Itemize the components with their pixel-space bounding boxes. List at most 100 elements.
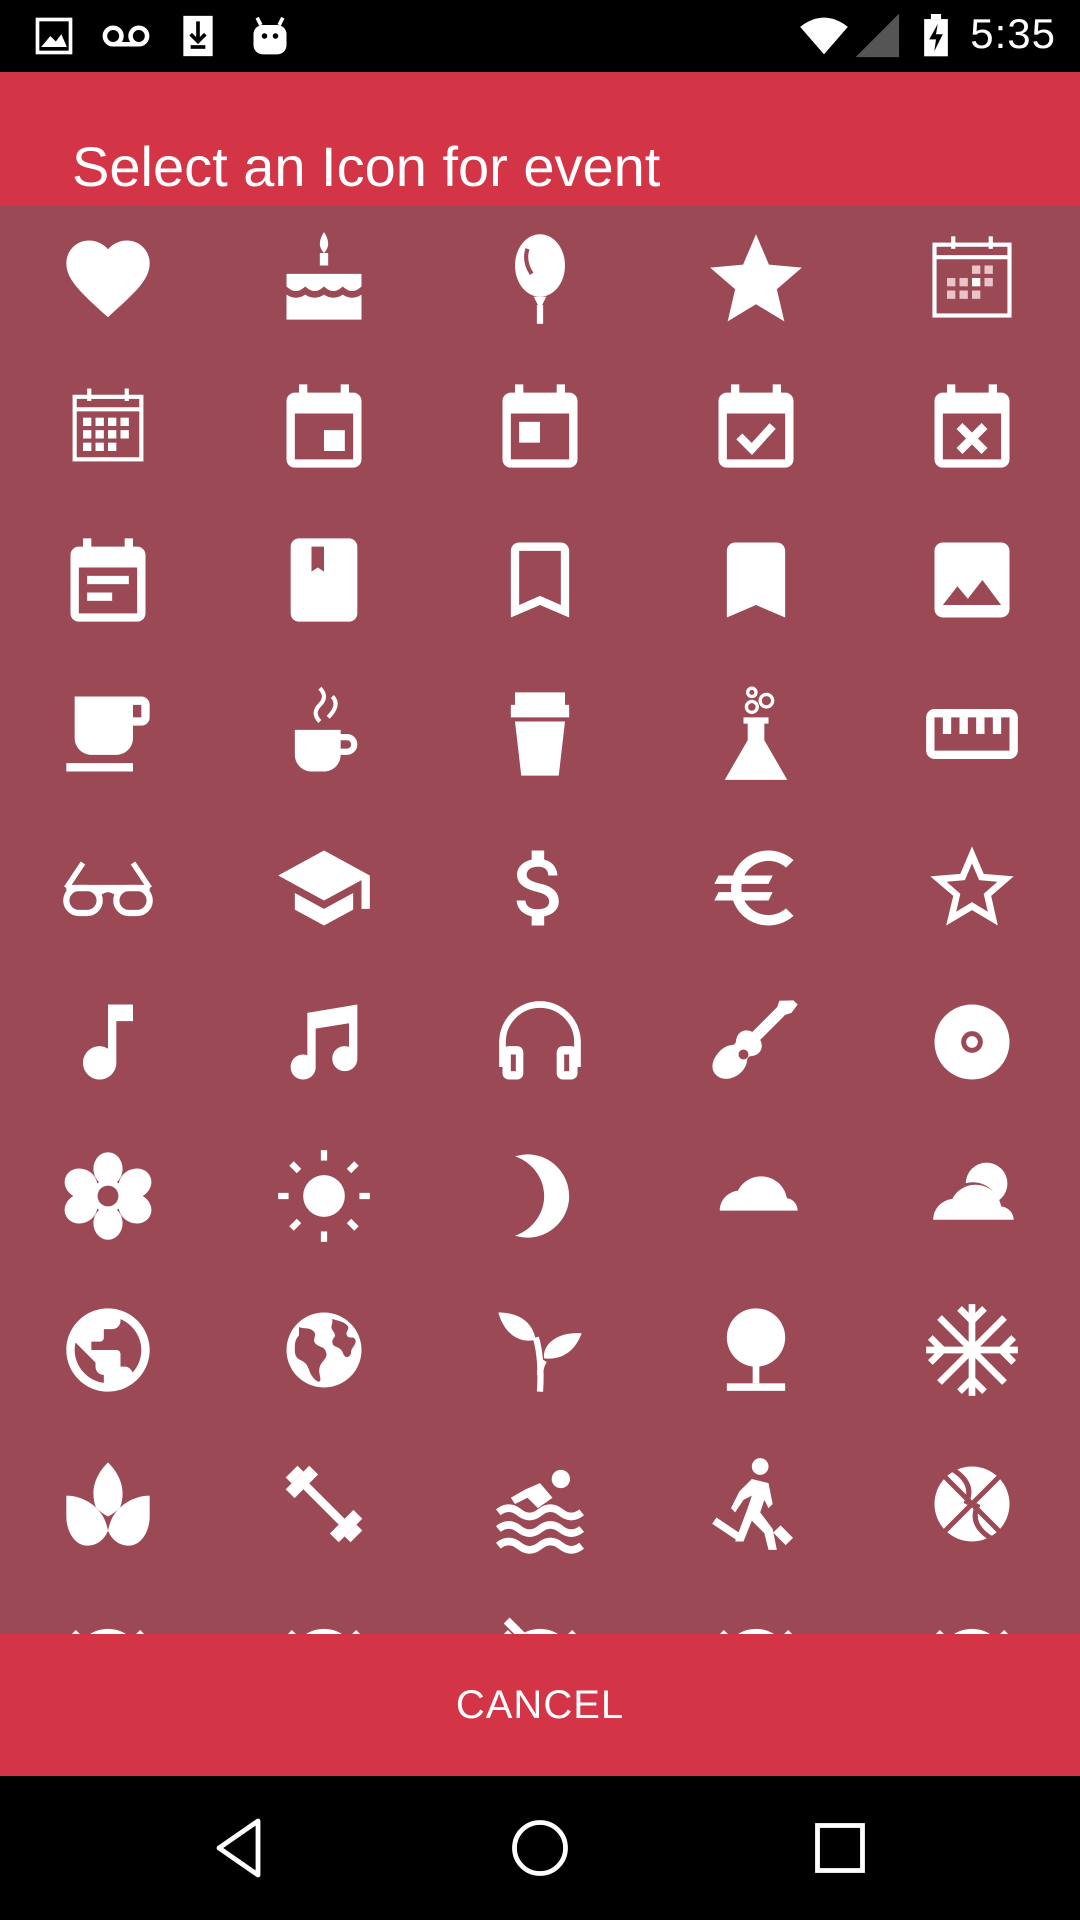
dollar-icon bbox=[516, 850, 559, 926]
icon-option-bookmark-outline[interactable] bbox=[432, 503, 648, 657]
icon-option-calendar-today[interactable] bbox=[432, 349, 648, 503]
icon-option-alarm-add[interactable] bbox=[648, 1581, 864, 1634]
icon-option-world-map[interactable] bbox=[216, 1273, 432, 1427]
icon-option-birthday-cake[interactable] bbox=[216, 206, 432, 355]
heart-icon bbox=[66, 240, 150, 318]
icon-option-calendar-check[interactable] bbox=[648, 349, 864, 503]
euro-icon bbox=[714, 850, 794, 926]
icon-option-alarm-snooze[interactable] bbox=[864, 1581, 1080, 1634]
calendar-note-icon bbox=[70, 538, 146, 622]
icon-option-dumbbell[interactable] bbox=[216, 1427, 432, 1581]
home-icon[interactable] bbox=[504, 1812, 576, 1884]
lotus-icon bbox=[66, 1462, 150, 1546]
recents-icon[interactable] bbox=[804, 1812, 876, 1884]
coffee-mug-icon bbox=[66, 696, 150, 772]
icon-grid[interactable] bbox=[0, 206, 1080, 1634]
icon-option-headphones[interactable] bbox=[432, 965, 648, 1119]
icon-option-sun[interactable] bbox=[216, 1119, 432, 1273]
swimming-icon bbox=[495, 1469, 585, 1554]
icon-option-book[interactable] bbox=[216, 503, 432, 657]
icon-option-calendar-small-grid[interactable] bbox=[0, 349, 216, 503]
hot-drink-icon bbox=[294, 686, 358, 772]
icon-option-cloud[interactable] bbox=[648, 1119, 864, 1273]
icon-option-sprout[interactable] bbox=[432, 1273, 648, 1427]
image-icon bbox=[934, 542, 1010, 618]
icon-option-dollar[interactable] bbox=[432, 811, 648, 965]
icon-option-lotus[interactable] bbox=[0, 1427, 216, 1581]
icon-option-calendar-grid[interactable] bbox=[864, 206, 1080, 355]
navigation-bar bbox=[0, 1776, 1080, 1920]
icon-option-lab-flask[interactable] bbox=[648, 657, 864, 811]
icon-option-heart[interactable] bbox=[0, 206, 216, 355]
dumbbell-icon bbox=[285, 1465, 363, 1543]
cell-signal-icon bbox=[856, 14, 900, 58]
birthday-cake-icon bbox=[286, 232, 362, 320]
star-filled-icon bbox=[710, 234, 802, 322]
dialog-title: Select an Icon for event bbox=[72, 135, 661, 198]
bookmark-outline-icon bbox=[510, 542, 570, 618]
graduation-cap-icon bbox=[278, 850, 370, 926]
cancel-button[interactable]: CANCEL bbox=[0, 1634, 1080, 1776]
calendar-small-grid-icon bbox=[72, 388, 144, 462]
flower-icon bbox=[64, 1152, 152, 1240]
icon-option-star-outline[interactable] bbox=[864, 811, 1080, 965]
sprout-icon bbox=[498, 1312, 582, 1392]
calendar-grid-icon bbox=[932, 236, 1012, 318]
icon-option-moon[interactable] bbox=[432, 1119, 648, 1273]
icon-option-calendar-event[interactable] bbox=[216, 349, 432, 503]
star-outline-icon bbox=[930, 846, 1014, 926]
icon-option-balloon[interactable] bbox=[432, 206, 648, 355]
ruler-icon bbox=[926, 709, 1018, 759]
icon-option-globe[interactable] bbox=[0, 1273, 216, 1427]
basketball-icon bbox=[934, 1466, 1010, 1542]
icon-option-bookmark-filled[interactable] bbox=[648, 503, 864, 657]
guitar-icon bbox=[712, 1000, 798, 1079]
icon-option-euro[interactable] bbox=[648, 811, 864, 965]
icon-option-swimming[interactable] bbox=[432, 1427, 648, 1581]
icon-option-basketball[interactable] bbox=[864, 1427, 1080, 1581]
calendar-cancel-icon bbox=[934, 384, 1010, 468]
icon-option-calendar-note[interactable] bbox=[0, 503, 216, 657]
tree-icon bbox=[726, 1308, 786, 1391]
icon-option-hiking[interactable] bbox=[648, 1427, 864, 1581]
icon-option-partly-cloudy[interactable] bbox=[864, 1119, 1080, 1273]
lab-flask-icon bbox=[724, 686, 788, 780]
hiking-icon bbox=[712, 1458, 794, 1550]
icon-option-snowflake[interactable] bbox=[864, 1273, 1080, 1427]
snowflake-icon bbox=[926, 1304, 1018, 1396]
icon-option-hot-drink[interactable] bbox=[216, 657, 432, 811]
icon-option-coffee-mug[interactable] bbox=[0, 657, 216, 811]
back-icon[interactable] bbox=[204, 1812, 276, 1884]
voicemail-icon bbox=[102, 25, 150, 47]
music-notes-icon bbox=[290, 1004, 358, 1080]
icon-option-guitar[interactable] bbox=[648, 965, 864, 1119]
takeaway-cup-icon bbox=[510, 692, 570, 776]
battery-charging-icon bbox=[924, 14, 948, 57]
icon-option-disc[interactable] bbox=[864, 965, 1080, 1119]
icon-option-takeaway-cup[interactable] bbox=[432, 657, 648, 811]
globe-icon bbox=[66, 1308, 150, 1392]
icon-option-glasses[interactable] bbox=[0, 811, 216, 965]
icon-option-ruler[interactable] bbox=[864, 657, 1080, 811]
icon-option-alarm-off[interactable] bbox=[216, 1581, 432, 1634]
icon-option-music-note[interactable] bbox=[0, 965, 216, 1119]
icon-option-music-notes[interactable] bbox=[216, 965, 432, 1119]
icon-option-star[interactable] bbox=[648, 206, 864, 355]
glasses-icon bbox=[63, 861, 153, 917]
calendar-today-icon bbox=[502, 384, 578, 468]
icon-option-alarm[interactable] bbox=[432, 1581, 648, 1634]
android-icon bbox=[253, 16, 287, 55]
partly-cloudy-icon bbox=[930, 1162, 1014, 1220]
status-bar: 5:35 bbox=[0, 0, 1080, 72]
icon-option-tree[interactable] bbox=[648, 1273, 864, 1427]
icon-option-calendar-cancel[interactable] bbox=[864, 349, 1080, 503]
icon-option-alarm-clock[interactable] bbox=[0, 1581, 216, 1634]
icon-option-image[interactable] bbox=[864, 503, 1080, 657]
disc-icon bbox=[934, 1004, 1010, 1080]
headphones-icon bbox=[499, 1001, 581, 1080]
image-notification-icon bbox=[35, 17, 73, 55]
icon-option-flower[interactable] bbox=[0, 1119, 216, 1273]
icon-option-graduation-cap[interactable] bbox=[216, 811, 432, 965]
sun-icon bbox=[278, 1150, 370, 1242]
world-map-icon bbox=[286, 1312, 362, 1388]
